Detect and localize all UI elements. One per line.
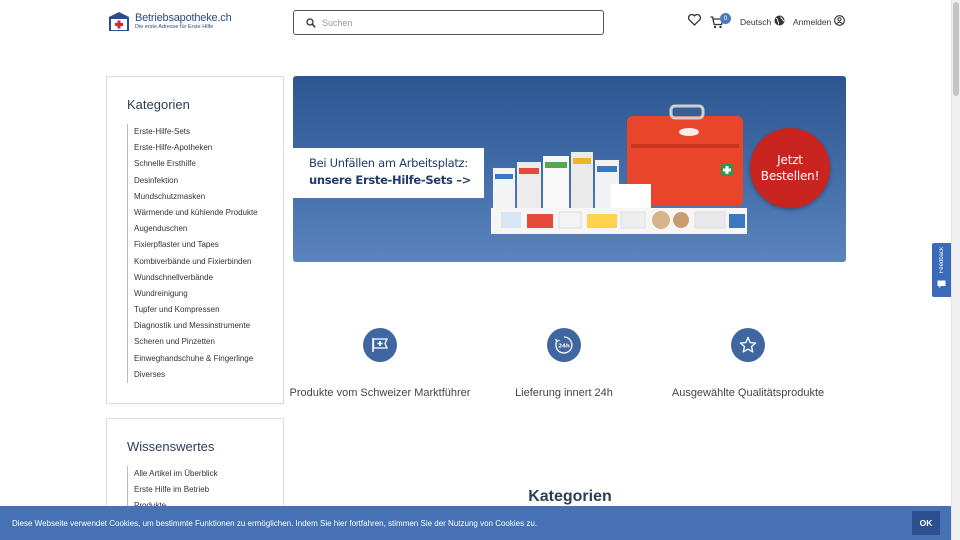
feature-24h-delivery: 24h Lieferung innert 24h [464,328,664,400]
logo-pharmacy-icon [106,11,132,33]
cart-count-badge: 0 [720,13,731,24]
swiss-flag-icon [363,328,397,362]
category-link[interactable]: Wundschnellverbände [128,270,258,286]
cookie-message: Diese Webseite verwendet Cookies, um bes… [12,518,537,528]
account-icon [834,15,846,28]
cookie-banner: Diese Webseite verwendet Cookies, um bes… [0,506,951,540]
categories-section-title: Kategorien [528,488,612,505]
24h-clock-icon: 24h [547,328,581,362]
feature-text: Produkte vom Schweizer Marktführer [289,387,471,399]
category-link[interactable]: Einweghandschuhe & Fingerlinge [128,351,258,367]
feedback-message-icon [937,275,946,293]
category-link[interactable]: Erste-Hilfe-Apotheken [128,140,258,156]
logo-name: Betriebsapotheke.ch [135,12,232,25]
category-link[interactable]: Diagnostik und Messinstrumente [128,318,258,334]
category-link[interactable]: Scheren und Pinzetten [128,334,258,350]
category-link[interactable]: Kombiverbände und Fixierbinden [128,254,258,270]
scrollbar-thumb[interactable] [953,2,959,96]
login-button[interactable]: Anmelden [793,15,846,28]
globe-icon [774,15,785,28]
page-scrollbar[interactable] [951,0,960,540]
search-bar [293,10,604,35]
login-label: Anmelden [793,16,832,27]
category-link[interactable]: Wärmende und kühlende Produkte [128,205,258,221]
feedback-tab[interactable]: Feedback [932,243,951,297]
hero-banner[interactable]: Bei Unfällen am Arbeitsplatz: unsere Ers… [293,76,846,262]
hero-subline: unsere Erste-Hilfe-Sets –> [309,173,472,187]
category-link[interactable]: Tupfer und Kompressen [128,302,258,318]
cookie-ok-button[interactable]: OK [912,511,940,535]
hero-headline: Bei Unfällen am Arbeitsplatz: [309,156,468,170]
categories-list: Erste-Hilfe-Sets Erste-Hilfe-Apotheken S… [127,124,258,383]
categories-title: Kategorien [127,97,190,112]
first-aid-products-image [491,104,749,238]
star-icon [731,328,765,362]
logo-tagline: Die erste Adresse für Erste Hilfe [135,24,214,31]
svg-text:24h: 24h [558,344,570,350]
category-link[interactable]: Desinfektion [128,173,258,189]
feature-text: Ausgewählte Qualitätsprodukte [671,387,825,399]
categories-card: Kategorien Erste-Hilfe-Sets Erste-Hilfe-… [106,76,284,404]
knowledge-link[interactable]: Erste Hilfe im Betrieb [128,482,218,498]
category-link[interactable]: Erste-Hilfe-Sets [128,124,258,140]
knowledge-link[interactable]: Alle Artikel im Überblick [128,466,218,482]
feedback-label: Feedback [938,247,945,274]
language-selector[interactable]: Deutsch [740,15,785,28]
language-label: Deutsch [740,16,772,27]
hero-text-box: Bei Unfällen am Arbeitsplatz: unsere Ers… [293,148,484,198]
site-logo[interactable]: Betriebsapotheke.ch Die erste Adresse fü… [106,10,232,34]
feature-swiss-market-leader: Produkte vom Schweizer Marktführer [280,328,480,400]
category-link[interactable]: Fixierpflaster und Tapes [128,237,258,253]
cta-line-2: Bestellen! [760,169,820,183]
category-link[interactable]: Wundreinigung [128,286,258,302]
category-link[interactable]: Schnelle Ersthilfe [128,156,258,172]
category-link[interactable]: Mundschutzmasken [128,189,258,205]
knowledge-title: Wissenswertes [127,439,215,454]
order-now-button[interactable]: Jetzt Bestellen! [750,128,830,208]
search-input[interactable] [322,17,582,28]
cta-line-1: Jetzt [777,153,803,167]
wishlist-heart-icon[interactable] [688,13,702,27]
feature-text: Lieferung innert 24h [515,387,613,399]
search-icon[interactable] [300,11,322,34]
category-link[interactable]: Diverses [128,367,258,383]
category-link[interactable]: Augenduschen [128,221,258,237]
feature-quality-products: Ausgewählte Qualitätsprodukte [648,328,848,400]
